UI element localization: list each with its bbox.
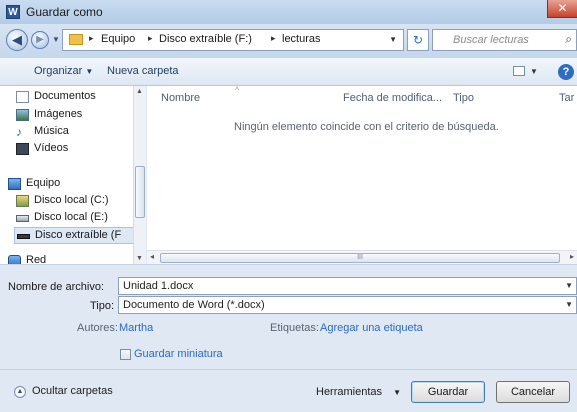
address-bar[interactable]: ▸ Equipo ▸ Disco extraíble (F:) ▸ lectur… [62, 29, 404, 51]
organize-label: Organizar [34, 65, 83, 77]
save-form: Nombre de archivo: Unidad 1.docx ▼ Tipo:… [0, 264, 577, 412]
sidebar-item-label: Red [26, 254, 47, 264]
document-icon [16, 91, 29, 103]
sidebar-item-label: Disco extraíble (F [35, 229, 122, 241]
hide-folders-label: Ocultar carpetas [32, 385, 113, 397]
address-row: ◀ ▶ ▼ ▸ Equipo ▸ Disco extraíble (F:) ▸ … [0, 24, 577, 58]
scrollbar-thumb[interactable]: III [160, 253, 560, 263]
sidebar-item-disco-f[interactable]: Disco extraíble (F [14, 227, 138, 244]
close-button[interactable]: ✕ [547, 0, 577, 18]
chevron-down-icon: ▼ [85, 67, 94, 76]
scroll-right-icon[interactable]: ▸ [570, 252, 574, 261]
save-button[interactable]: Guardar [411, 381, 485, 403]
title-bar: W Guardar como ✕ [0, 0, 577, 24]
video-icon [16, 143, 29, 155]
search-icon[interactable]: ⌕ [565, 32, 572, 47]
filename-label: Nombre de archivo: [8, 281, 104, 293]
scroll-left-icon[interactable]: ◂ [150, 252, 154, 261]
column-header-date[interactable]: Fecha de modifica... [343, 92, 442, 104]
chevron-up-icon: ▲ [14, 386, 26, 398]
music-icon: ♪ [16, 125, 22, 139]
tools-menu[interactable]: Herramientas ▼ [316, 386, 401, 398]
drive-icon [16, 215, 29, 222]
column-header-name[interactable]: Nombre [161, 92, 200, 104]
address-history-chevron-icon[interactable]: ▼ [389, 35, 397, 44]
save-thumbnail-checkbox[interactable] [120, 349, 131, 360]
sidebar-item-label: Equipo [26, 177, 61, 189]
tools-label: Herramientas [316, 386, 383, 398]
chevron-down-icon[interactable]: ▼ [530, 67, 538, 76]
scrollbar-thumb[interactable] [135, 166, 145, 218]
file-list-horizontal-scrollbar[interactable]: ◂ III ▸ [147, 250, 577, 264]
sidebar-item-label: Disco local (C:) [34, 194, 109, 206]
file-list[interactable]: ˄ Nombre Fecha de modifica... Tipo Tar N… [147, 86, 577, 250]
filename-field[interactable]: Unidad 1.docx ▼ [118, 277, 577, 295]
forward-button[interactable]: ▶ [31, 31, 49, 49]
file-type-select[interactable]: Documento de Word (*.docx) ▼ [118, 296, 577, 314]
column-header-type[interactable]: Tipo [453, 92, 474, 104]
empty-results-message: Ningún elemento coincide con el criterio… [234, 121, 499, 133]
sidebar-item-label: Música [34, 125, 69, 137]
column-header-size[interactable]: Tar [559, 92, 574, 104]
help-icon[interactable]: ? [558, 64, 574, 80]
pictures-icon [16, 109, 29, 121]
network-icon [8, 255, 21, 264]
removable-drive-icon [17, 234, 30, 239]
sidebar-item-label: Disco local (E:) [34, 211, 108, 223]
search-box[interactable]: Buscar lecturas ⌕ [432, 29, 577, 51]
navigation-vertical-scrollbar[interactable]: ▲ ▼ [133, 86, 146, 264]
organize-menu[interactable]: Organizar ▼ [34, 65, 93, 77]
breadcrumb-separator-icon: ▸ [148, 33, 153, 43]
authors-label: Autores: [77, 322, 118, 334]
tags-value[interactable]: Agregar una etiqueta [320, 322, 423, 334]
refresh-button[interactable]: ↻ [407, 29, 429, 51]
breadcrumb-equipo[interactable]: Equipo [101, 33, 135, 45]
back-button[interactable]: ◀ [6, 29, 28, 51]
cancel-button[interactable]: Cancelar [496, 381, 570, 403]
sidebar-item-label: Imágenes [34, 108, 83, 120]
breadcrumb-lecturas[interactable]: lecturas [282, 33, 321, 45]
recent-locations-chevron-icon[interactable]: ▼ [52, 35, 60, 44]
scroll-up-icon[interactable]: ▲ [136, 88, 143, 95]
sidebar-item-label: Vídeos [34, 142, 69, 154]
command-bar: Organizar ▼ Nueva carpeta ▼ ? [0, 58, 577, 86]
folder-icon [69, 34, 83, 45]
new-folder-button[interactable]: Nueva carpeta [107, 65, 179, 77]
type-label: Tipo: [90, 300, 115, 312]
breadcrumb-separator-icon: ▸ [89, 33, 94, 43]
sort-indicator-icon: ˄ [235, 86, 240, 93]
scroll-down-icon[interactable]: ▼ [136, 255, 143, 262]
drive-icon [16, 195, 29, 207]
search-input[interactable]: Buscar lecturas [453, 34, 529, 46]
breadcrumb-separator-icon: ▸ [271, 33, 276, 43]
save-thumbnail-label[interactable]: Guardar miniatura [134, 348, 223, 360]
breadcrumb-removable-drive[interactable]: Disco extraíble (F:) [159, 33, 252, 45]
file-type-value: Documento de Word (*.docx) [123, 299, 265, 311]
chevron-down-icon: ▼ [393, 388, 402, 397]
computer-icon [8, 178, 21, 190]
chevron-down-icon[interactable]: ▼ [565, 300, 573, 309]
views-icon[interactable] [513, 66, 525, 76]
window-title: Guardar como [26, 5, 103, 19]
chevron-down-icon[interactable]: ▼ [565, 281, 573, 290]
word-app-icon: W [6, 5, 20, 19]
filename-value: Unidad 1.docx [123, 280, 194, 292]
navigation-pane: Documentos Imágenes ♪ Música Vídeos Equi… [0, 86, 146, 264]
footer-divider [0, 369, 577, 370]
authors-value[interactable]: Martha [119, 322, 153, 334]
tags-label: Etiquetas: [270, 322, 319, 334]
sidebar-item-label: Documentos [34, 90, 96, 102]
